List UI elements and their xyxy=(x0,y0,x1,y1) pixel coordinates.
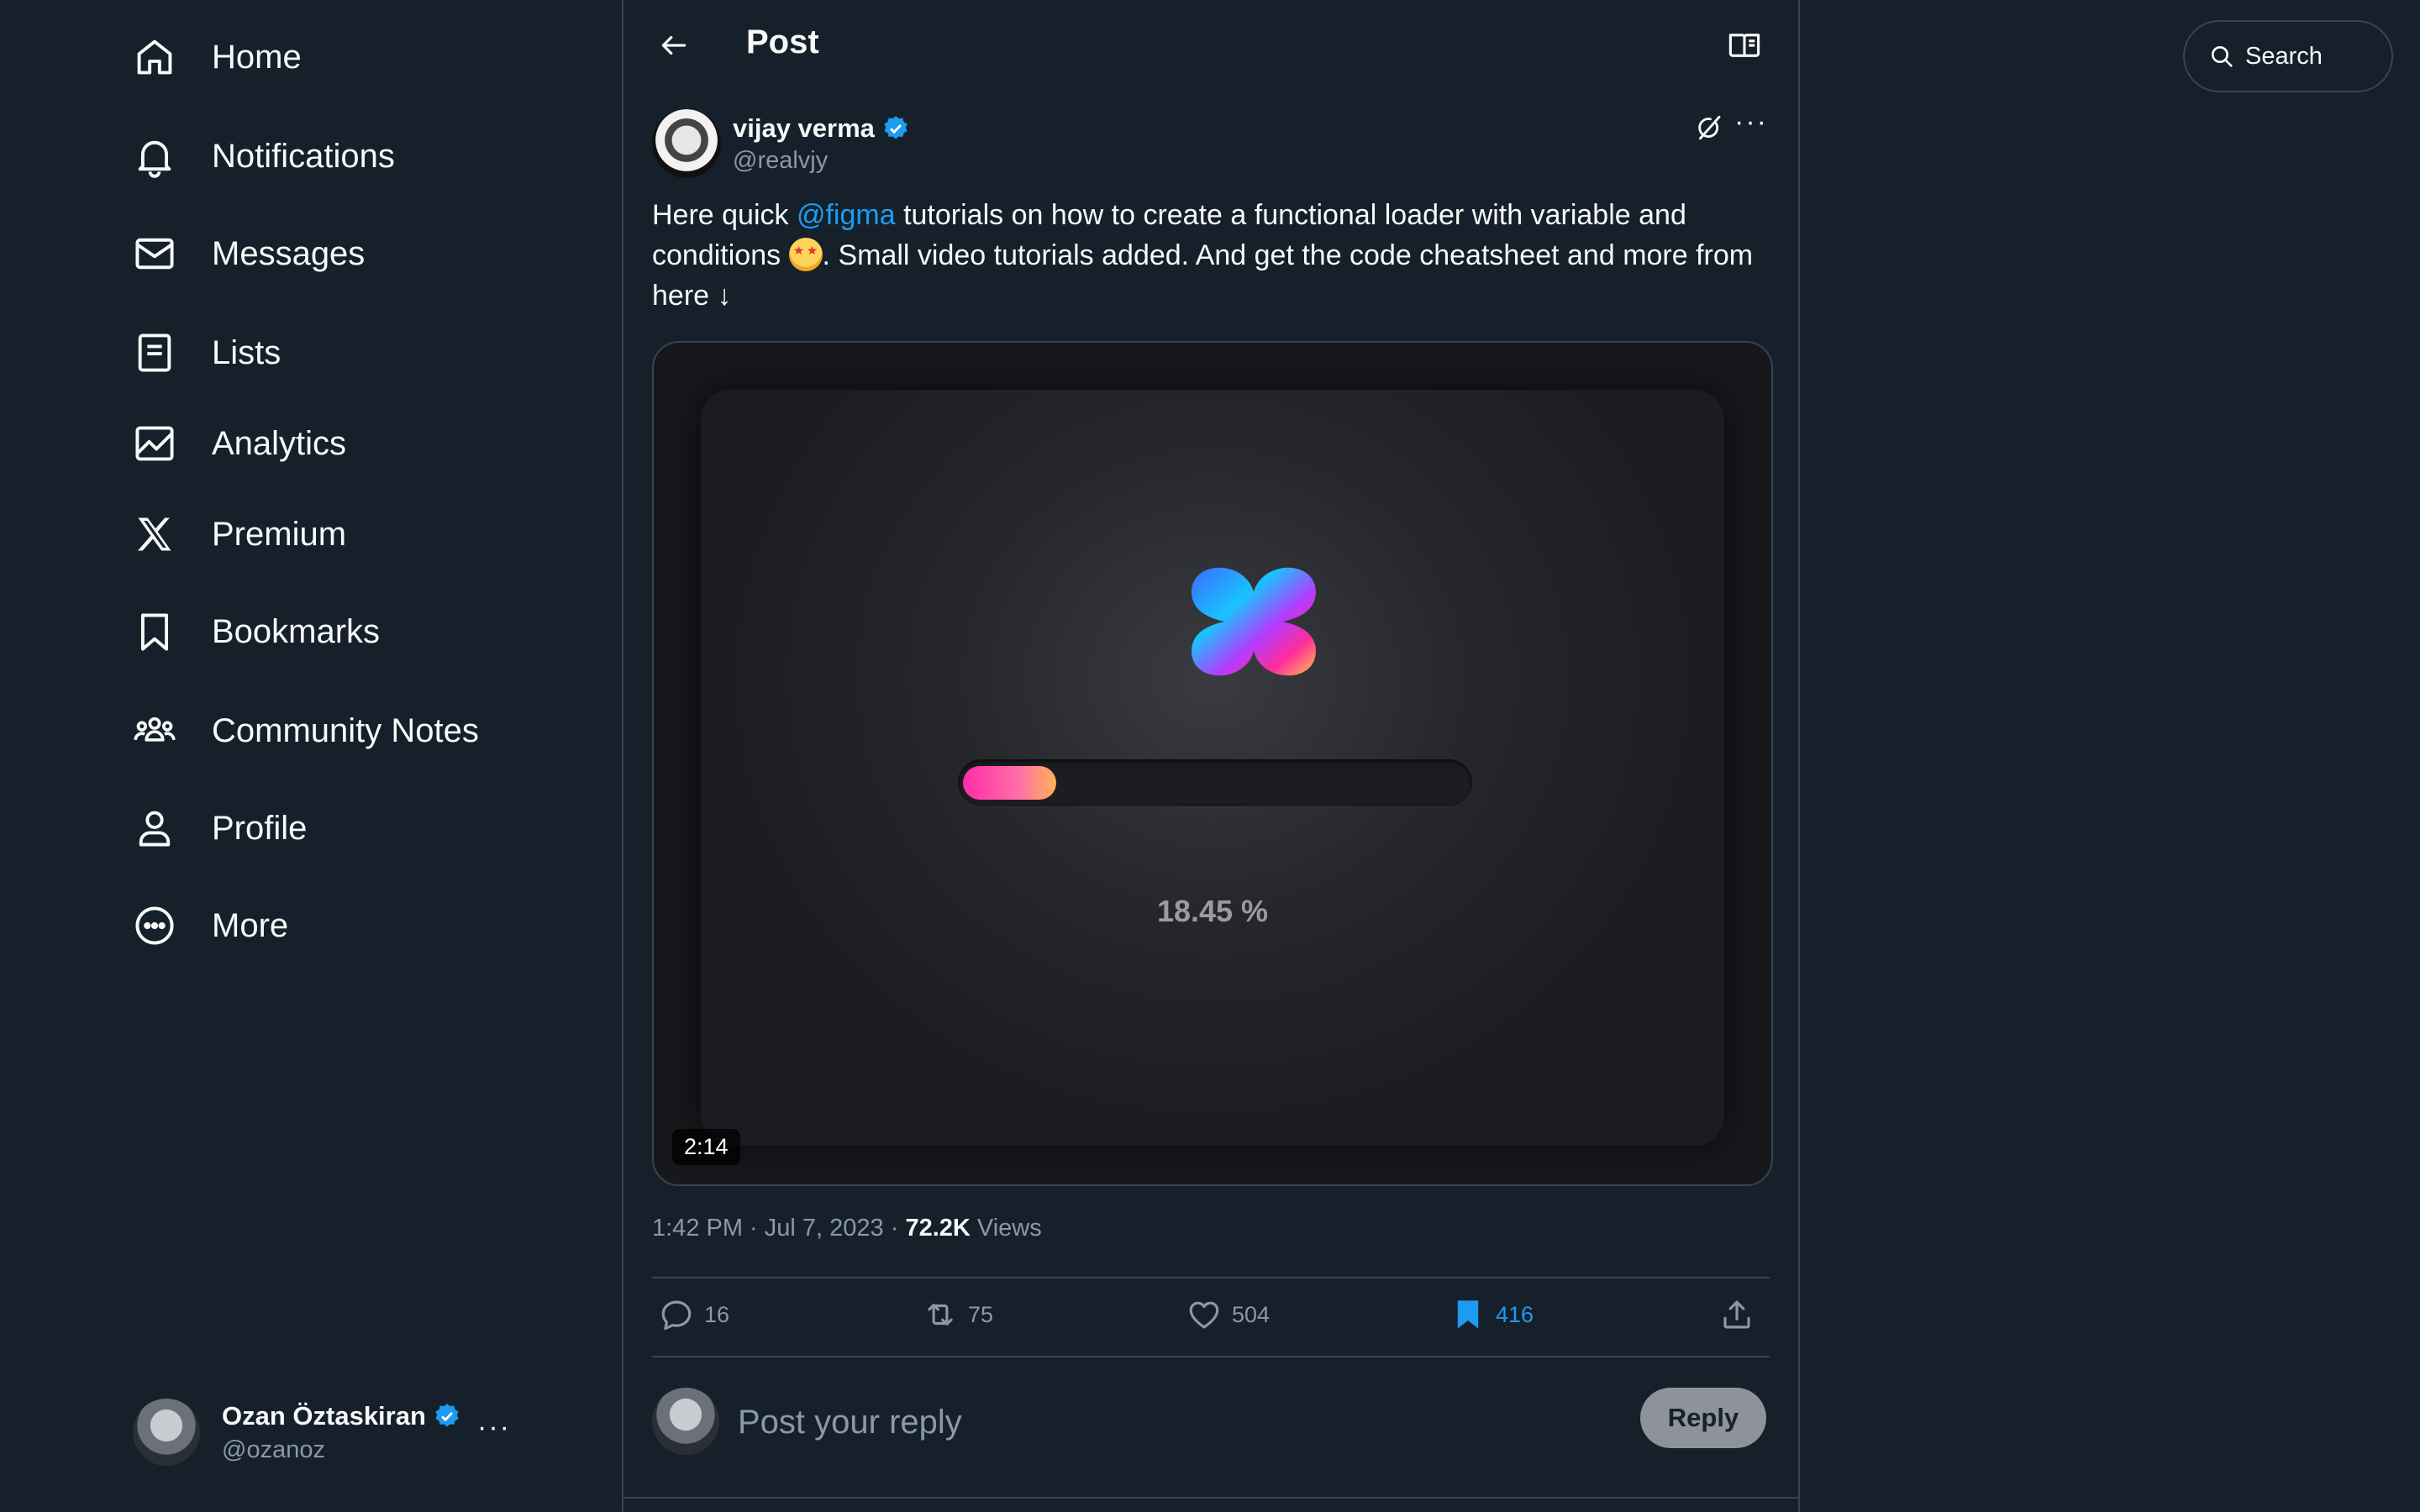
post-more-icon[interactable]: ··· xyxy=(1734,106,1768,139)
share-action[interactable] xyxy=(1719,1297,1754,1332)
sidebar-item-label: Messages xyxy=(212,234,366,272)
back-arrow-icon xyxy=(661,35,687,55)
sidebar-item-label: Notifications xyxy=(212,137,395,175)
search-icon xyxy=(2212,46,2233,67)
account-handle: @ozanoz xyxy=(222,1436,325,1463)
views-label: Views xyxy=(970,1215,1042,1242)
video-player[interactable]: 18.45 % 2:14 xyxy=(652,341,1773,1186)
sidebar-item-label: Profile xyxy=(212,809,308,847)
person-icon xyxy=(126,800,183,857)
divider xyxy=(652,1356,1770,1357)
account-more-icon[interactable]: ··· xyxy=(477,1411,511,1444)
avatar xyxy=(652,1388,719,1455)
sidebar-item-label: Premium xyxy=(212,515,347,553)
video-frame: 18.45 % xyxy=(701,390,1724,1146)
repost-count: 75 xyxy=(968,1301,994,1327)
sidebar-item-label: Lists xyxy=(212,333,281,371)
repost-icon xyxy=(928,1304,953,1326)
page-title: Post xyxy=(746,24,819,60)
reader-mode-button[interactable] xyxy=(1724,25,1765,66)
avatar[interactable] xyxy=(652,109,721,178)
post-timestamp[interactable]: 1:42 PM · Jul 7, 2023 · xyxy=(652,1215,905,1242)
sidebar-item-home[interactable]: Home xyxy=(126,15,302,99)
grok-button[interactable] xyxy=(1691,109,1728,146)
sidebar-item-notifications[interactable]: Notifications xyxy=(126,114,395,198)
account-display-name: Ozan Öztaskiran xyxy=(222,1400,426,1431)
main-column: Post vijay verma @realvjy ··· Here quick… xyxy=(622,0,1800,1512)
bookmark-filled-icon xyxy=(1457,1300,1479,1329)
analytics-icon xyxy=(126,415,183,472)
verified-badge-icon xyxy=(435,1403,459,1426)
x-logo-icon xyxy=(126,506,183,563)
left-sidebar: Home Notifications Messages Lists Analyt… xyxy=(0,0,622,1512)
sidebar-item-label: More xyxy=(212,906,289,944)
more-circle-icon xyxy=(126,897,183,954)
sidebar-item-lists[interactable]: Lists xyxy=(126,311,281,395)
search-box[interactable] xyxy=(2183,20,2393,92)
sidebar-item-analytics[interactable]: Analytics xyxy=(126,402,346,486)
home-icon xyxy=(126,29,183,86)
bell-icon xyxy=(126,128,183,185)
post-meta: 1:42 PM · Jul 7, 2023 · 72.2K Views xyxy=(652,1215,1042,1242)
reply-input[interactable] xyxy=(736,1398,1496,1446)
reply-composer: Reply xyxy=(652,1386,1770,1457)
sidebar-item-label: Bookmarks xyxy=(212,612,381,650)
gradient-clover-logo-icon xyxy=(1192,567,1316,676)
loader-progress-track xyxy=(958,759,1472,806)
mention-link[interactable]: @figma xyxy=(797,199,896,231)
like-count: 504 xyxy=(1232,1301,1270,1327)
bookmark-icon xyxy=(126,603,183,660)
post-author[interactable]: vijay verma @realvjy xyxy=(652,106,910,181)
author-display-name[interactable]: vijay verma xyxy=(733,113,875,144)
search-input[interactable] xyxy=(2244,41,2381,71)
book-icon xyxy=(1728,34,1760,57)
sidebar-item-label: Home xyxy=(212,38,302,76)
star-struck-emoji-icon xyxy=(788,238,823,271)
avatar xyxy=(133,1399,200,1466)
repost-action[interactable]: 75 xyxy=(923,1297,993,1332)
sidebar-item-bookmarks[interactable]: Bookmarks xyxy=(126,590,380,674)
sidebar-item-premium[interactable]: Premium xyxy=(126,492,346,576)
sidebar-item-label: Analytics xyxy=(212,424,347,462)
like-action[interactable]: 504 xyxy=(1186,1297,1270,1332)
video-duration-badge: 2:14 xyxy=(672,1129,740,1165)
sidebar-item-more[interactable]: More xyxy=(126,884,288,968)
post-text-part: Here quick xyxy=(652,199,797,231)
loader-percent-text: 18.45 % xyxy=(1156,894,1269,928)
post-header: Post xyxy=(623,0,1798,89)
heart-icon xyxy=(1189,1301,1219,1329)
reply-button[interactable]: Reply xyxy=(1640,1388,1766,1448)
post-text: Here quick @figma tutorials on how to cr… xyxy=(652,195,1761,316)
post-actions: 16 75 504 416 xyxy=(652,1278,1770,1357)
envelope-icon xyxy=(126,225,183,282)
bookmark-count: 416 xyxy=(1496,1301,1534,1327)
list-icon xyxy=(126,324,183,381)
bookmark-action[interactable]: 416 xyxy=(1450,1297,1534,1332)
community-icon xyxy=(126,702,183,759)
views-count: 72.2K xyxy=(905,1215,971,1242)
reply-action[interactable]: 16 xyxy=(659,1297,729,1332)
account-switcher[interactable]: Ozan Öztaskiran @ozanoz ··· xyxy=(133,1394,536,1470)
reply-icon xyxy=(661,1300,692,1331)
share-icon xyxy=(1723,1300,1750,1329)
loader-progress-fill xyxy=(963,766,1056,800)
sidebar-item-messages[interactable]: Messages xyxy=(126,212,365,296)
verified-badge-icon xyxy=(884,115,908,139)
back-button[interactable] xyxy=(650,22,697,69)
author-handle[interactable]: @realvjy xyxy=(733,147,910,175)
divider xyxy=(623,1497,1798,1499)
sidebar-item-label: Community Notes xyxy=(212,711,479,749)
sidebar-item-community-notes[interactable]: Community Notes xyxy=(126,689,479,773)
sidebar-item-profile[interactable]: Profile xyxy=(126,786,307,870)
grok-icon xyxy=(1698,115,1721,140)
reply-count: 16 xyxy=(704,1301,730,1327)
